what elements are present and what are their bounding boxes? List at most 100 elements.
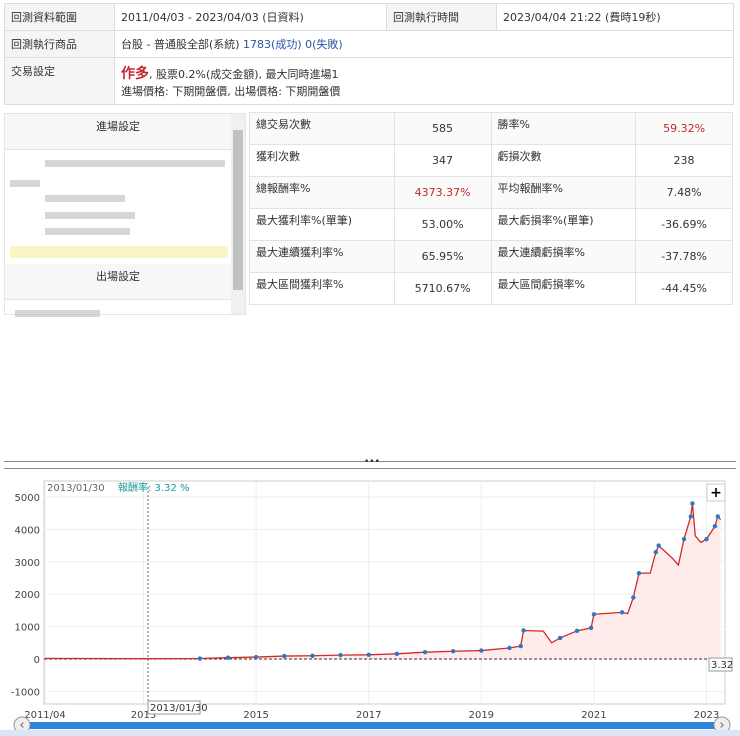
y-tick-label: 0 [34,655,40,666]
new-high-marker [338,652,343,658]
product-name: 台股 - 普通股全部(系統) [121,38,240,51]
stat-value: 53.00% [393,208,492,241]
stat-label: 虧損次數 [490,144,637,177]
trade-prices: 進場價格: 下期開盤價, 出場價格: 下期開盤價 [121,85,341,98]
splitter-grip[interactable]: ••• [364,457,380,467]
new-high-marker [712,523,718,529]
stat-value: 65.95% [393,240,492,273]
x-tick-label: 2023 [694,710,719,721]
exit-settings-redacted [5,300,245,410]
new-high-marker [518,643,523,649]
stat-label: 總交易次數 [249,112,395,145]
stat-value: -36.69% [635,208,733,241]
stat-value: 59.32% [635,112,733,145]
crosshair-date: 2013/01/30 [150,703,208,714]
new-high-marker [394,651,400,657]
y-tick-label: 2000 [15,590,40,601]
stat-label: 平均報酬率% [490,176,637,209]
stats-table: 總交易次數 585 勝率% 59.32% 獲利次數 347 虧損次數 238 總報酬率% 4373… [249,112,733,305]
stat-value: -44.45% [635,272,733,305]
backtest-info-table: 回測資料範圍 2011/04/03 - 2023/04/03 (日資料) 回測執行… [4,3,735,105]
trade-detail: , 股票0.2%(成交金額), 最大同時進場1 [149,68,339,81]
bottom-border [0,730,740,736]
new-high-marker [225,655,231,660]
new-high-marker [690,501,695,506]
stat-label: 最大連續獲利率% [249,240,395,273]
stats-row: 最大獲利率%(單筆) 53.00% 最大虧損率%(單筆) -36.69% [249,208,733,241]
new-high-marker [479,648,484,653]
y-tick-label: 5000 [15,493,40,504]
new-high-marker [574,628,580,634]
product-value: 台股 - 普通股全部(系統) 1783(成功) 0(失敗) [114,30,734,58]
new-high-marker [588,625,594,631]
stats-row: 總交易次數 585 勝率% 59.32% [249,112,733,145]
stat-value: 347 [393,144,492,177]
entry-settings-redacted [5,150,245,260]
x-tick-label: 2015 [243,710,268,721]
y-tick-label: 3000 [15,558,40,569]
y-tick-label: 1000 [15,623,40,634]
new-high-marker [619,610,625,615]
plot-area [43,480,726,705]
stat-label: 總報酬率% [249,176,395,209]
time-label: 回測執行時間 [385,3,497,31]
tooltip-return: 報酬率: 3.32 % [118,481,190,494]
stat-label: 最大虧損率%(單筆) [490,208,637,241]
settings-scrollbar[interactable] [231,114,245,314]
new-high-marker [653,549,659,555]
x-tick-label: 2011/04 [24,710,66,721]
product-label: 回測執行商品 [4,30,115,58]
range-scrollbar[interactable] [30,722,715,729]
success-link[interactable]: 1783(成功) [243,38,302,51]
stat-label: 最大獲利率%(單筆) [249,208,395,241]
stat-value: 5710.67% [393,272,492,305]
exit-settings-header[interactable]: 出場設定 [5,264,231,300]
new-high-marker [282,653,287,659]
new-high-marker [310,653,315,658]
stat-label: 最大區間獲利率% [249,272,395,305]
trade-direction: 作多 [121,66,149,82]
time-value: 2023/04/04 21:22 (費時19秒) [495,3,735,31]
trade-label: 交易設定 [4,57,115,105]
range-label: 回測資料範圍 [4,3,115,31]
tooltip-date: 2013/01/30 [47,483,105,494]
plus-icon: + [710,485,722,501]
x-tick-label: 2019 [469,710,494,721]
y-tick-label: 4000 [15,525,40,536]
stat-label: 最大連續虧損率% [490,240,637,273]
stat-label: 勝率% [490,112,637,145]
new-high-marker [591,612,597,617]
new-high-marker [631,595,636,600]
stats-row: 獲利次數 347 虧損次數 238 [249,144,733,177]
fail-link[interactable]: 0(失敗) [305,38,343,51]
stat-value: 7.48% [635,176,733,209]
stats-row: 最大連續獲利率% 65.95% 最大連續虧損率% -37.78% [249,240,733,273]
new-high-marker [422,649,428,655]
new-high-marker [253,654,259,660]
panel-splitter[interactable]: ••• [4,457,736,469]
new-high-marker [636,570,642,576]
stat-value: -37.78% [635,240,733,273]
new-high-marker [450,649,456,654]
stat-value: 238 [635,144,733,177]
new-high-marker [715,514,720,519]
trade-value: 作多, 股票0.2%(成交金額), 最大同時進場1 進場價格: 下期開盤價, 出場… [114,57,734,105]
new-high-marker [656,543,661,548]
entry-settings-header[interactable]: 進場設定 [5,114,231,150]
new-high-marker [521,628,526,633]
new-high-marker [197,656,203,661]
scrollbar-thumb[interactable] [233,130,243,290]
stat-value: 585 [393,112,492,145]
stats-row: 總報酬率% 4373.37% 平均報酬率% 7.48% [249,176,733,209]
new-high-marker [688,514,693,519]
equity-chart[interactable]: -10000100020003000400050002011/04 2013 201… [0,470,740,736]
stat-label: 獲利次數 [249,144,395,177]
stat-label: 最大區間虧損率% [490,272,637,305]
last-value-label: 3.32 [711,660,733,671]
new-high-marker [507,645,512,651]
stats-row: 最大區間獲利率% 5710.67% 最大區間虧損率% -44.45% [249,272,733,305]
x-tick-label: 2017 [356,710,381,721]
new-high-marker [366,652,371,657]
new-high-marker [704,536,709,542]
stat-value: 4373.37% [393,176,492,209]
